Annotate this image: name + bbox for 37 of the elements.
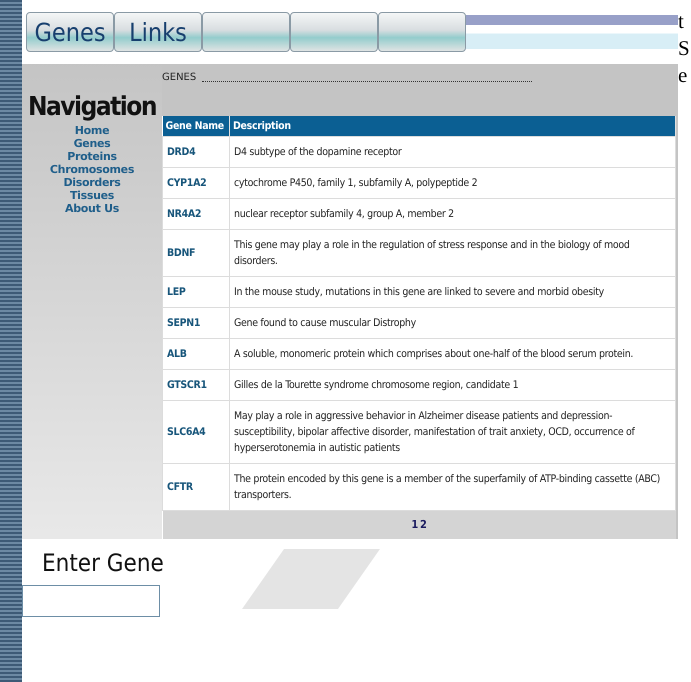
gene-link[interactable]: NR4A2: [167, 208, 202, 220]
nav-link[interactable]: Chromosomes: [50, 163, 134, 176]
search-label: Enter Gene: [41, 549, 162, 577]
clipped-text: S: [678, 35, 691, 62]
table-cell: May play a role in aggressive behavior in Alzheimer disease patients and depression-susceptibility, bipolar affective disorder, manifestation of trait anxiety, OCD, occurrence of hyperserotonemia in autistic patients: [230, 400, 676, 464]
nav-link[interactable]: Tissues: [70, 189, 114, 202]
gene-link[interactable]: ALB: [167, 348, 187, 360]
gene-link[interactable]: DRD4: [167, 146, 196, 158]
column-header: Gene Name: [162, 116, 230, 136]
table-cell: Gilles de la Tourette syndrome chromosome region, candidate 1: [230, 370, 676, 400]
nav-link[interactable]: Genes: [74, 137, 110, 150]
clipped-text: t: [678, 8, 685, 35]
table-cell: A soluble, monomeric protein which comprises about one-half of the blood serum protein.: [230, 338, 676, 370]
gene-link[interactable]: LEP: [167, 286, 186, 298]
table-cell: In the mouse study, mutations in this gene are linked to severe and morbid obesity: [230, 276, 676, 308]
navigation-title: Navigation: [28, 92, 156, 122]
table-cell: cytochrome P450, family 1, subfamily A, polypeptide 2: [230, 168, 676, 198]
section-title: GENES: [162, 72, 196, 82]
table-cell: nuclear receptor subfamily 4, group A, member 2: [230, 198, 676, 230]
header-tab[interactable]: Links: [114, 12, 202, 52]
table-cell: This gene may play a role in the regulation of stress response and in the biology of mood disorders.: [230, 230, 676, 276]
nav-link[interactable]: About Us: [65, 202, 119, 215]
nav-link[interactable]: Home: [74, 124, 110, 137]
table-cell: Gene found to cause muscular Distrophy: [230, 308, 676, 338]
clipped-text: e: [678, 62, 688, 89]
gene-link[interactable]: SEPN1: [167, 317, 200, 329]
page-link[interactable]: 1: [411, 518, 418, 531]
gene-link[interactable]: BDNF: [167, 247, 196, 259]
table-cell: D4 subtype of the dopamine receptor: [230, 136, 676, 168]
nav-link[interactable]: Disorders: [63, 176, 121, 189]
gene-link[interactable]: CFTR: [167, 481, 193, 493]
column-header: Description: [230, 116, 676, 136]
gene-input-field[interactable]: [22, 585, 160, 617]
nav-link[interactable]: Proteins: [67, 150, 117, 163]
header-tab[interactable]: Genes: [26, 12, 114, 52]
gene-link[interactable]: SLC6A4: [167, 426, 206, 438]
page-link[interactable]: 2: [420, 518, 427, 531]
